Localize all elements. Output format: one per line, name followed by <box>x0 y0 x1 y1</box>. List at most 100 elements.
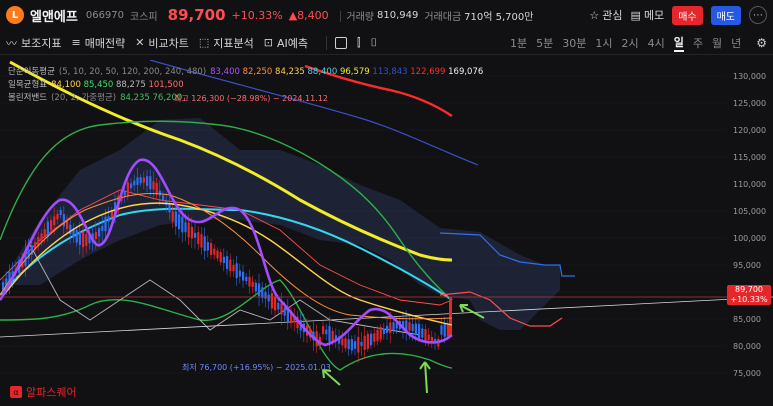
candle[interactable] <box>325 329 328 335</box>
candle[interactable] <box>235 263 238 279</box>
compare-tool[interactable]: ✕ 비교차트 <box>135 35 189 51</box>
candle[interactable] <box>350 339 353 351</box>
period-1hour[interactable]: 1시 <box>595 35 612 51</box>
candle[interactable] <box>373 333 376 342</box>
candle[interactable] <box>267 294 270 302</box>
candle[interactable] <box>414 323 417 335</box>
candle[interactable] <box>59 209 62 216</box>
candle[interactable] <box>197 232 200 245</box>
period-1min[interactable]: 1분 <box>510 35 527 51</box>
period-2hour[interactable]: 2시 <box>621 35 638 51</box>
candle[interactable] <box>229 259 232 271</box>
candle[interactable] <box>370 333 373 346</box>
candle[interactable] <box>283 307 286 316</box>
period-week[interactable]: 주 <box>693 35 703 51</box>
candle[interactable] <box>181 216 184 233</box>
candle[interactable] <box>174 211 177 227</box>
candle[interactable] <box>446 323 449 337</box>
candle[interactable] <box>360 341 363 346</box>
candle[interactable] <box>389 322 392 333</box>
period-5min[interactable]: 5분 <box>536 35 553 51</box>
settings-icon[interactable]: ⚙ <box>756 36 767 50</box>
candle[interactable] <box>194 232 197 238</box>
candle[interactable] <box>158 190 161 196</box>
candle[interactable] <box>341 338 344 346</box>
candle[interactable] <box>213 248 216 255</box>
candle[interactable] <box>421 328 424 338</box>
analysis-tool[interactable]: ⬚ 지표분석 <box>199 35 254 51</box>
candle[interactable] <box>206 242 209 251</box>
candle[interactable] <box>85 234 88 246</box>
legend-ma[interactable]: 단순이동평균 (5, 10, 20, 50, 120, 200, 240, 48… <box>8 66 483 79</box>
candle[interactable] <box>66 221 69 229</box>
candle[interactable] <box>366 333 369 349</box>
candle[interactable] <box>430 336 433 342</box>
candle[interactable] <box>139 177 142 184</box>
candle[interactable] <box>101 225 104 231</box>
candle[interactable] <box>357 336 360 353</box>
candle[interactable] <box>232 264 235 272</box>
sell-button[interactable]: 매도 <box>710 5 741 25</box>
candle[interactable] <box>107 216 110 222</box>
candle[interactable] <box>149 176 152 190</box>
candle[interactable] <box>75 229 78 243</box>
period-30min[interactable]: 30분 <box>562 35 586 51</box>
candle[interactable] <box>171 211 174 222</box>
candle[interactable] <box>251 281 254 287</box>
candle[interactable] <box>382 328 385 334</box>
candle[interactable] <box>53 216 56 226</box>
candle[interactable] <box>56 213 59 220</box>
candle[interactable] <box>363 335 366 350</box>
candle[interactable] <box>133 180 136 186</box>
stock-name[interactable]: 엘앤에프 <box>30 6 78 25</box>
candle[interactable] <box>216 250 219 259</box>
candle[interactable] <box>62 214 65 227</box>
candle[interactable] <box>242 271 245 281</box>
legend-ichimoku[interactable]: 일목균형표 84,100 85,450 88,275 101,500 <box>8 79 483 92</box>
price-chart[interactable]: 130,000 125,000 120,000 115,000 110,000 105,0… <box>0 60 773 406</box>
indicator-tool[interactable]: 〰 보조지표 <box>6 35 61 51</box>
candle[interactable] <box>274 296 277 311</box>
candle[interactable] <box>40 233 43 242</box>
candle[interactable] <box>168 203 171 213</box>
candle[interactable] <box>219 252 222 263</box>
candle[interactable] <box>254 282 257 292</box>
candle[interactable] <box>126 182 129 197</box>
candle[interactable] <box>222 256 225 263</box>
screenshot-button[interactable]: ⌷ <box>371 36 378 50</box>
candle[interactable] <box>123 191 126 196</box>
candle[interactable] <box>443 323 446 337</box>
candle[interactable] <box>245 276 248 282</box>
candle[interactable] <box>344 338 347 349</box>
candle[interactable] <box>411 324 414 332</box>
candle[interactable] <box>379 327 382 340</box>
candle[interactable] <box>386 325 389 333</box>
period-4hour[interactable]: 4시 <box>648 35 665 51</box>
candle[interactable] <box>347 339 350 350</box>
candle[interactable] <box>226 256 229 270</box>
period-year[interactable]: 년 <box>731 35 741 51</box>
candle[interactable] <box>392 322 395 331</box>
candle[interactable] <box>238 270 241 277</box>
more-icon[interactable]: ⋯ <box>749 6 767 24</box>
candle[interactable] <box>98 228 101 237</box>
candle[interactable] <box>78 231 81 245</box>
candle[interactable] <box>440 325 443 335</box>
period-day[interactable]: 일 <box>673 34 684 52</box>
buy-button[interactable]: 매수 <box>672 5 703 25</box>
candle[interactable] <box>210 243 213 255</box>
candle[interactable] <box>322 325 325 335</box>
candle[interactable] <box>354 341 357 349</box>
candle[interactable] <box>178 214 181 230</box>
candle[interactable] <box>270 292 273 309</box>
candle[interactable] <box>427 334 430 340</box>
candle[interactable] <box>184 222 187 233</box>
candle[interactable] <box>328 326 331 342</box>
candle[interactable] <box>130 183 133 189</box>
candle[interactable] <box>280 303 283 315</box>
candle[interactable] <box>104 216 107 232</box>
watchlist-button[interactable]: ☆ 관심 <box>589 7 622 23</box>
candle[interactable] <box>264 291 267 299</box>
candle-type-button[interactable]: ⫿ <box>357 36 361 50</box>
candle[interactable] <box>418 323 421 339</box>
